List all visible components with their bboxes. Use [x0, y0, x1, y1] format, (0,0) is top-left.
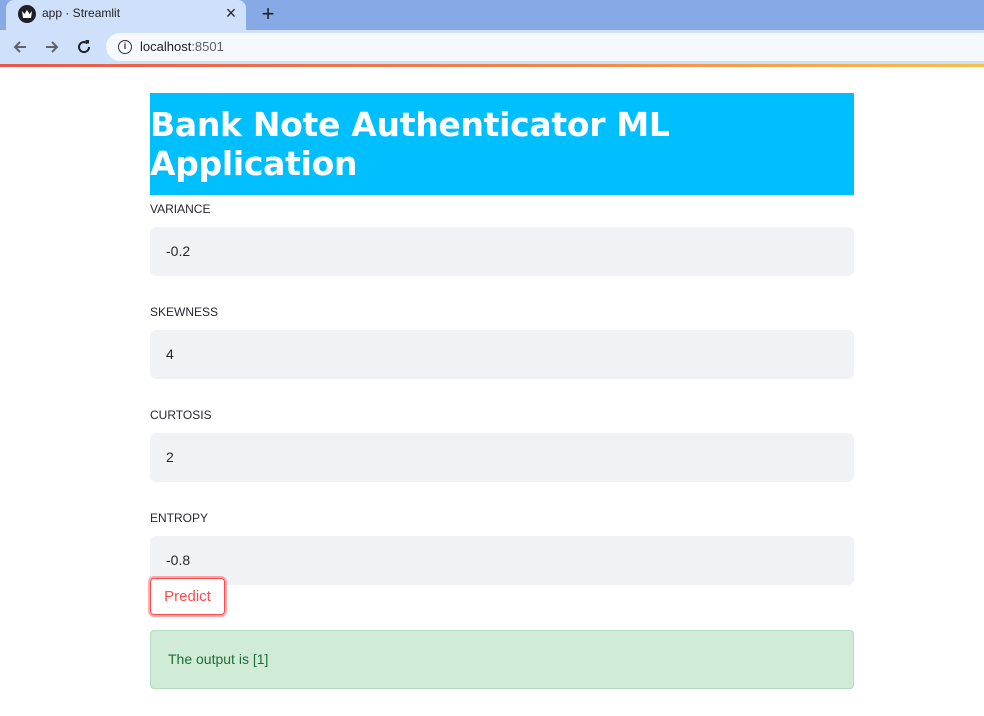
close-tab-icon[interactable]: ×	[222, 4, 240, 22]
skewness-input[interactable]	[150, 330, 854, 379]
url-port: :8501	[191, 39, 224, 54]
address-bar[interactable]: i localhost:8501	[106, 33, 984, 61]
new-tab-icon[interactable]: +	[256, 2, 280, 26]
output-success-message: The output is [1]	[150, 630, 854, 689]
back-arrow-icon[interactable]	[8, 35, 32, 59]
predict-button[interactable]: Predict	[150, 578, 225, 615]
skewness-label: SKEWNESS	[150, 305, 219, 319]
curtosis-field: CURTOSIS	[150, 408, 854, 482]
browser-toolbar: i localhost:8501	[0, 30, 984, 64]
variance-input[interactable]	[150, 227, 854, 276]
variance-label: VARIANCE	[150, 202, 211, 216]
skewness-field: SKEWNESS	[150, 305, 854, 379]
curtosis-input[interactable]	[150, 433, 854, 482]
tab-title: app · Streamlit	[42, 6, 121, 20]
url-text: localhost:8501	[140, 39, 224, 54]
site-info-icon[interactable]: i	[118, 40, 132, 54]
app-main: Bank Note Authenticator ML Application V…	[150, 93, 854, 689]
browser-tab[interactable]: app · Streamlit ×	[6, 0, 246, 30]
entropy-label: ENTROPY	[150, 511, 209, 525]
forward-arrow-icon[interactable]	[40, 35, 64, 59]
page-load-indicator	[0, 64, 984, 67]
title-banner: Bank Note Authenticator ML Application	[150, 93, 854, 195]
variance-field: VARIANCE	[150, 202, 854, 276]
page-title: Bank Note Authenticator ML Application	[150, 105, 670, 183]
entropy-input[interactable]	[150, 536, 854, 585]
reload-icon[interactable]	[72, 35, 96, 59]
browser-tab-bar: app · Streamlit × +	[0, 0, 984, 30]
url-host: localhost	[140, 39, 192, 54]
curtosis-label: CURTOSIS	[150, 408, 212, 422]
entropy-field: ENTROPY	[150, 511, 854, 585]
streamlit-favicon-icon	[18, 5, 36, 23]
